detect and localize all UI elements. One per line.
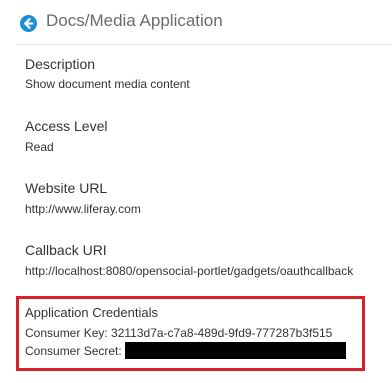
back-arrow-icon: [24, 18, 34, 29]
consumer-key-row: Consumer Key: 32113d7a-c7a8-489d-9fd9-77…: [25, 326, 332, 340]
consumer-key-label: Consumer Key:: [25, 326, 108, 340]
consumer-secret-label: Consumer Secret:: [25, 344, 122, 358]
description-value: Show document media content: [25, 77, 190, 91]
consumer-secret-redacted: [125, 342, 346, 359]
back-button[interactable]: [20, 15, 37, 32]
credentials-title: Application Credentials: [25, 305, 158, 320]
consumer-key-value: 32113d7a-c7a8-489d-9fd9-777287b3f515: [111, 326, 333, 340]
page-header: Docs/Media Application: [0, 0, 392, 46]
access-level-label: Access Level: [25, 118, 108, 134]
page-title: Docs/Media Application: [46, 11, 223, 30]
header-divider: [17, 44, 391, 45]
callback-uri-value: http://localhost:8080/opensocial-portlet…: [25, 264, 354, 278]
description-label: Description: [25, 56, 96, 72]
website-url-value: http://www.liferay.com: [25, 202, 141, 216]
website-url-label: Website URL: [25, 180, 108, 196]
callback-uri-label: Callback URI: [25, 242, 107, 258]
consumer-secret-row: Consumer Secret:: [25, 344, 122, 358]
access-level-value: Read: [25, 140, 54, 154]
